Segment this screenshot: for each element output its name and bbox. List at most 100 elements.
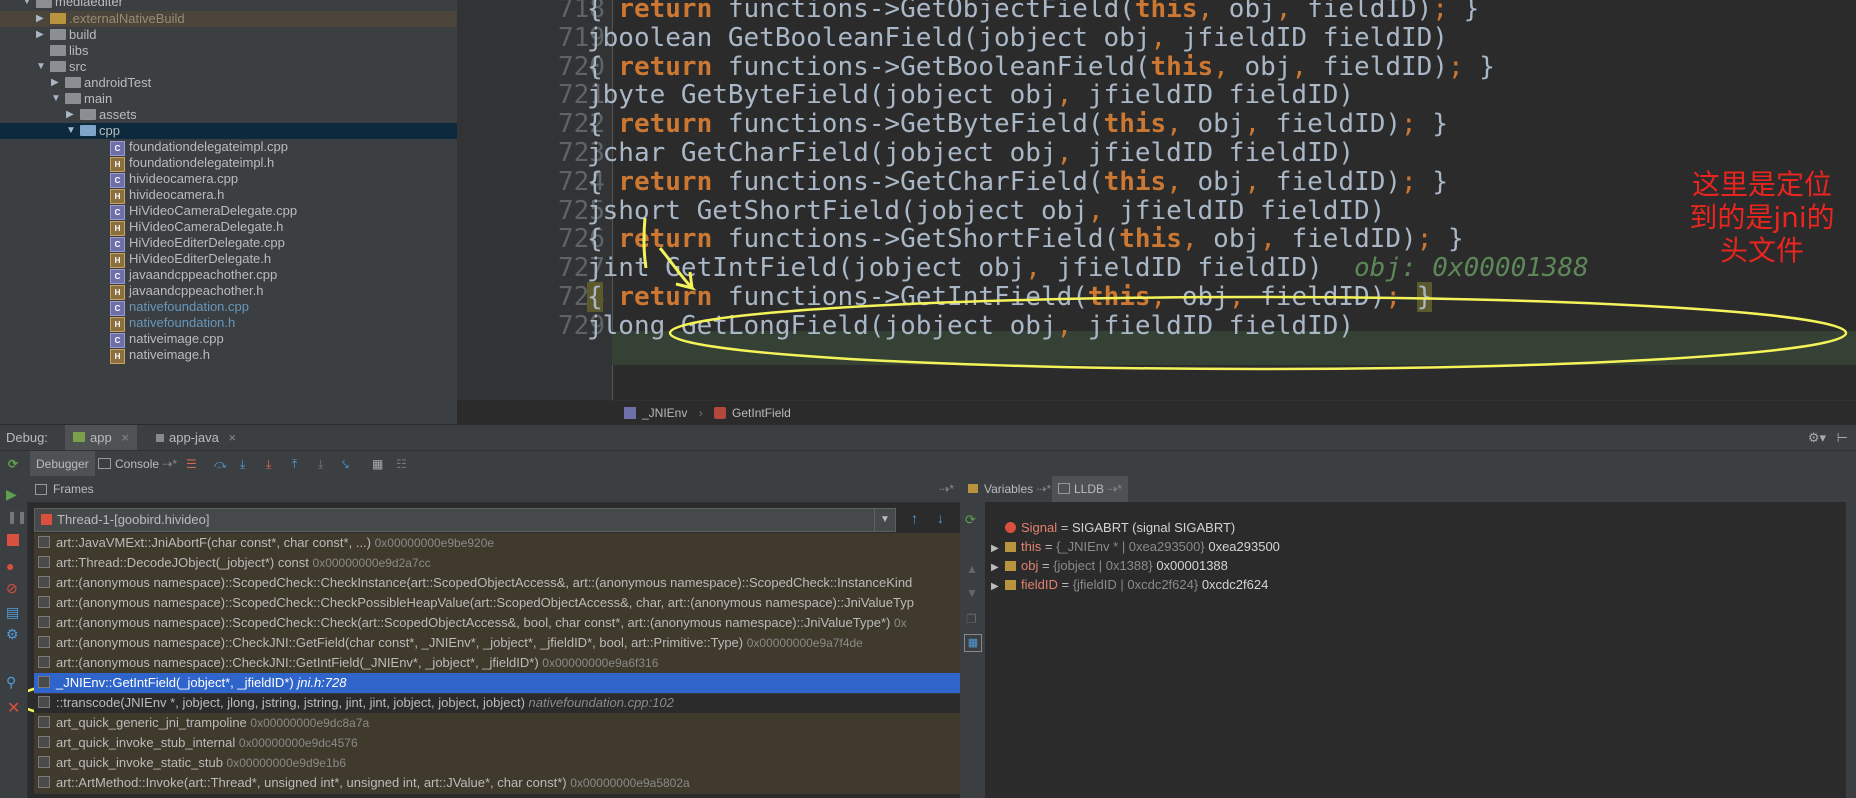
variable-row[interactable]: Signal = SIGABRT (signal SIGABRT) (991, 518, 1235, 537)
tree-item[interactable]: ▼ cpp (0, 123, 457, 139)
class-icon (624, 407, 636, 419)
tree-item[interactable]: ▶ androidTest (0, 75, 457, 91)
drop-frame-icon[interactable]: ⤓ (318, 451, 323, 477)
tree-item[interactable]: libs (0, 43, 457, 59)
tree-item[interactable]: ▼ main (0, 91, 457, 107)
tree-item[interactable]: ▶ build (0, 27, 457, 43)
close-icon[interactable]: × (121, 430, 129, 445)
tab-app-java[interactable]: app-java × (148, 425, 244, 451)
tree-item[interactable]: Cnativeimage.cpp (0, 331, 457, 348)
tree-item[interactable]: H HiVideoCameraDelegate.h (0, 219, 457, 236)
tree-item[interactable]: H HiVideoEditerDelegate.h (0, 251, 457, 268)
tree-item[interactable]: Cjavaandcppeachother.cpp (0, 267, 457, 284)
stack-frame[interactable]: art::JavaVMExt::JniAbortF(char const*, c… (34, 533, 960, 554)
stack-frame[interactable]: art::(anonymous namespace)::CheckJNI::Ge… (34, 633, 960, 654)
tree-item[interactable]: Chivideocamera.cpp (0, 171, 457, 188)
variable-row[interactable]: ▶ obj = {jobject | 0x1388} 0x00001388 (991, 556, 1228, 575)
chevron-down-icon[interactable]: ▼ (22, 0, 32, 11)
close-icon[interactable]: × (229, 430, 237, 445)
tab-lldb[interactable]: LLDB ⇢* (1052, 476, 1129, 502)
chevron-right-icon[interactable]: ▶ (36, 27, 46, 43)
step-out-icon[interactable]: ⤒ (292, 451, 297, 477)
frame-text: art_quick_invoke_stub_internal (56, 735, 239, 750)
pin-icon[interactable]: ⚲ (6, 674, 16, 691)
resume-icon[interactable]: ▶ (6, 486, 17, 503)
tab-debugger[interactable]: Debugger (30, 451, 95, 477)
hide-panel-icon[interactable]: ⊢ (1837, 425, 1848, 451)
rerun-icon[interactable]: ⟳ (8, 451, 18, 477)
folder-icon (65, 93, 81, 104)
copy-icon[interactable]: ❐ (966, 612, 977, 626)
tree-item[interactable]: Hnativefoundation.h (0, 315, 457, 332)
tree-item[interactable]: ▶ .externalNativeBuild (0, 11, 457, 27)
tree-item[interactable]: Hjavaandcppeachother.h (0, 283, 457, 300)
chevron-down-icon[interactable]: ▼ (66, 123, 76, 139)
tree-item[interactable]: ▶ assets (0, 107, 457, 123)
breadcrumb-method[interactable]: GetIntField (732, 406, 791, 420)
annotation-note: 这里是定位 到的是jni的 头文件 (1677, 168, 1847, 267)
tab-console[interactable]: Console ⇢* (98, 451, 177, 477)
tree-item[interactable]: Hhivideocamera.h (0, 187, 457, 204)
settings-icon[interactable]: ⚙ (6, 626, 19, 643)
evaluate-icon[interactable]: ▦ (372, 451, 383, 477)
show-execution-point-icon[interactable]: ☰ (186, 451, 197, 477)
chevron-right-icon[interactable]: ▶ (51, 75, 61, 91)
arrow-up-icon[interactable]: ↑ (911, 510, 918, 526)
tree-item[interactable]: C HiVideoEditerDelegate.cpp (0, 235, 457, 252)
stop-icon[interactable] (7, 534, 19, 546)
stack-frame[interactable]: art::Thread::DecodeJObject(_jobject*) co… (34, 553, 960, 574)
stack-frame[interactable]: art::ArtMethod::Invoke(art::Thread*, uns… (34, 773, 960, 794)
stack-frame[interactable]: art_quick_generic_jni_trampoline 0x00000… (34, 713, 960, 734)
thread-selector[interactable]: Thread-1-[goobird.hivideo] ▼ (34, 508, 896, 532)
layout-icon[interactable]: ▤ (6, 604, 19, 621)
pause-icon[interactable]: ❚❚ (7, 510, 27, 524)
tab-app[interactable]: app × (65, 425, 137, 451)
stack-frame[interactable]: art_quick_invoke_static_stub 0x00000000e… (34, 753, 960, 774)
tree-item[interactable]: Cnativefoundation.cpp (0, 299, 457, 316)
gear-icon[interactable]: ⚙▾ (1808, 425, 1826, 451)
step-over-icon[interactable]: ⤼ (214, 451, 227, 477)
tree-item[interactable]: C HiVideoCameraDelegate.cpp (0, 203, 457, 220)
chevron-right-icon[interactable]: ▶ (36, 11, 46, 27)
folder-icon (65, 77, 81, 88)
variable-row[interactable]: ▶ this = {_JNIEnv * | 0xea293500} 0xea293… (991, 537, 1280, 556)
tree-item[interactable]: Hfoundationdelegateimpl.h (0, 155, 457, 172)
chevron-down-icon[interactable]: ▼ (51, 91, 61, 107)
variable-row[interactable]: ▶ fieldID = {jfieldID | 0xcdc2f624} 0xcdc… (991, 575, 1268, 594)
tree-item[interactable]: Cfoundationdelegateimpl.cpp (0, 139, 457, 156)
trace-icon[interactable]: ☷ (396, 451, 407, 477)
mute-breakpoints-icon[interactable]: ⊘ (6, 580, 18, 597)
tree-item[interactable]: ▼ src (0, 59, 457, 75)
force-step-into-icon[interactable]: ⤓ (266, 451, 271, 477)
tree-root[interactable]: ▼ mediaediter (0, 0, 457, 11)
stack-frame[interactable]: ::transcode(JNIEnv *, jobject, jlong, js… (34, 693, 960, 714)
stack-frame[interactable]: _JNIEnv::GetIntField(_jobject*, _jfieldI… (34, 673, 960, 694)
move-down-icon[interactable]: ▼ (966, 586, 978, 600)
chevron-down-icon[interactable]: ▼ (874, 509, 895, 531)
chevron-right-icon[interactable]: ▶ (991, 577, 1005, 596)
new-watch-icon[interactable]: ⟳ (965, 512, 976, 528)
tree-item[interactable]: Hnativeimage.h (0, 347, 457, 364)
stack-frame[interactable]: art::(anonymous namespace)::ScopedCheck:… (34, 573, 960, 594)
chevron-right-icon[interactable]: ▶ (66, 107, 76, 123)
stack-frame[interactable]: art::(anonymous namespace)::ScopedCheck:… (34, 613, 960, 634)
chevron-down-icon[interactable]: ▼ (36, 59, 46, 75)
frame-text: art::(anonymous namespace)::ScopedCheck:… (56, 575, 913, 590)
stack-frame[interactable]: art::(anonymous namespace)::ScopedCheck:… (34, 593, 960, 614)
step-into-icon[interactable]: ⤓ (240, 451, 245, 477)
code-editor[interactable]: 718 719 720 721 722 723 724 725 726 727 728 729 { r… (457, 0, 1856, 400)
show-types-icon[interactable]: ▦ (964, 634, 982, 652)
stack-frame[interactable]: art_quick_invoke_stub_internal 0x0000000… (34, 733, 960, 754)
tab-variables[interactable]: Variables ⇢* (984, 476, 1051, 502)
close-session-icon[interactable]: ✕ (7, 698, 20, 718)
stack-frame[interactable]: art::(anonymous namespace)::CheckJNI::Ge… (34, 653, 960, 674)
breadcrumb-class[interactable]: _JNIEnv (642, 406, 687, 420)
view-breakpoints-icon[interactable]: ● (6, 558, 14, 574)
tree-item-label: javaandcppeachother.cpp (129, 267, 278, 282)
frame-icon (38, 656, 50, 668)
panel-menu-icon[interactable]: ⇢* (939, 476, 954, 502)
move-up-icon[interactable]: ▲ (966, 562, 978, 576)
arrow-down-icon[interactable]: ↓ (937, 510, 944, 526)
run-to-cursor-icon[interactable]: ⤥ (342, 451, 349, 477)
code-line[interactable]: jlong GetLongField(jobject obj, jfieldID… (587, 309, 1354, 343)
